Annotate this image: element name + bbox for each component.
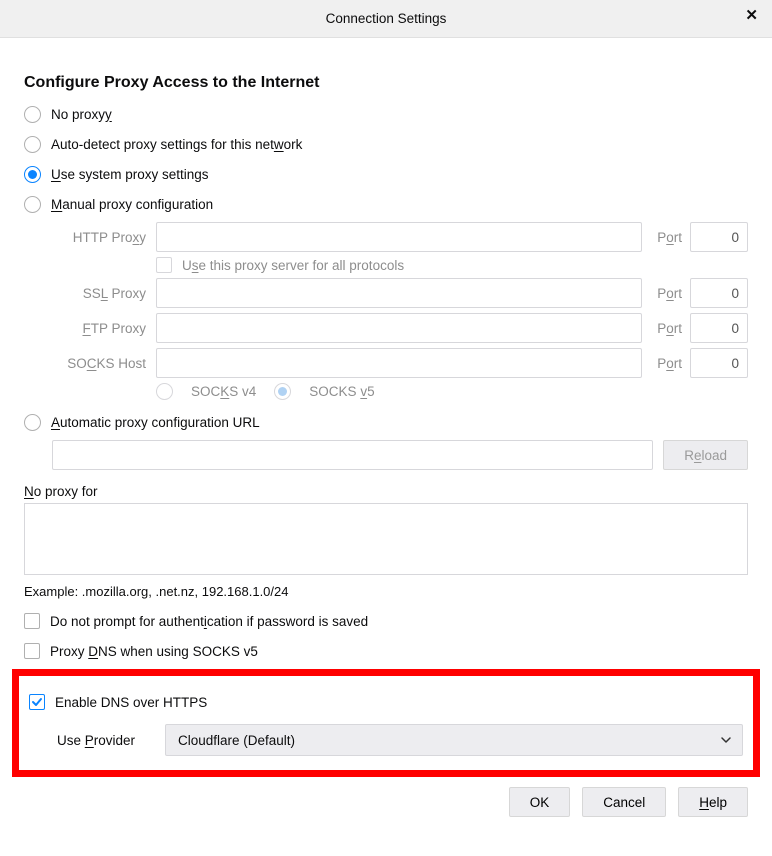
label-use-all-protocols: Use this proxy server for all protocols [182,258,404,273]
ftp-port-label: Port [642,321,690,336]
provider-value: Cloudflare (Default) [178,733,295,748]
checkbox-proxy-dns[interactable] [24,643,40,659]
socks-host-input[interactable] [156,348,642,378]
checkbox-no-auth-prompt[interactable] [24,613,40,629]
radio-manual[interactable] [24,196,41,213]
reload-button[interactable]: Reload [663,440,748,470]
check-icon [31,696,43,708]
radio-auto-detect[interactable] [24,136,41,153]
label-manual[interactable]: Manual proxy configuration [51,197,213,212]
ssl-port-input[interactable] [690,278,748,308]
close-icon[interactable]: ✕ [745,8,758,23]
auto-config-url-input[interactable] [52,440,653,470]
label-proxy-dns[interactable]: Proxy DNS when using SOCKS v5 [50,644,258,659]
no-proxy-example: Example: .mozilla.org, .net.nz, 192.168.… [24,584,748,599]
label-socks-v5: SOCKS v5 [309,384,374,399]
label-no-auth-prompt[interactable]: Do not prompt for authentication if pass… [50,614,368,629]
cancel-button[interactable]: Cancel [582,787,666,817]
ssl-port-label: Port [642,286,690,301]
label-no-proxy[interactable]: No proxyy [51,107,112,122]
no-proxy-for-label: No proxy for [24,484,748,499]
socks-port-input[interactable] [690,348,748,378]
button-bar: OK Cancel Help [24,787,748,817]
radio-auto-url[interactable] [24,414,41,431]
http-proxy-label: HTTP Proxy [52,230,156,245]
manual-proxy-block: HTTP Proxy Port Use this proxy server fo… [24,222,748,400]
ssl-proxy-label: SSL Proxy [52,286,156,301]
http-port-input[interactable] [690,222,748,252]
titlebar: Connection Settings ✕ [0,0,772,38]
dns-over-https-highlight: Enable DNS over HTTPS Use Provider Cloud… [12,669,760,777]
dialog-title: Connection Settings [326,11,447,26]
ssl-proxy-input[interactable] [156,278,642,308]
section-heading: Configure Proxy Access to the Internet [24,74,748,92]
socks-port-label: Port [642,356,690,371]
checkbox-use-all-protocols[interactable] [156,257,172,273]
socks-host-label: SOCKS Host [52,356,156,371]
http-proxy-input[interactable] [156,222,642,252]
ok-button[interactable]: OK [509,787,571,817]
ftp-proxy-label: FTP Proxy [52,321,156,336]
use-provider-label: Use Provider [57,733,165,748]
checkbox-enable-doh[interactable] [29,694,45,710]
ftp-proxy-input[interactable] [156,313,642,343]
dialog-content: Configure Proxy Access to the Internet N… [0,38,772,827]
radio-socks-v5[interactable] [274,383,291,400]
radio-no-proxy[interactable] [24,106,41,123]
label-auto-detect[interactable]: Auto-detect proxy settings for this netw… [51,137,302,152]
no-proxy-for-textarea[interactable] [24,503,748,575]
chevron-down-icon [720,734,732,749]
ftp-port-input[interactable] [690,313,748,343]
label-enable-doh[interactable]: Enable DNS over HTTPS [55,695,207,710]
radio-socks-v4[interactable] [156,383,173,400]
label-auto-url[interactable]: Automatic proxy configuration URL [51,415,260,430]
label-use-system[interactable]: Use system proxy settings [51,167,209,182]
radio-use-system[interactable] [24,166,41,183]
http-port-label: Port [642,230,690,245]
help-button[interactable]: Help [678,787,748,817]
provider-select[interactable]: Cloudflare (Default) [165,724,743,756]
label-socks-v4: SOCKS v4 [191,384,256,399]
